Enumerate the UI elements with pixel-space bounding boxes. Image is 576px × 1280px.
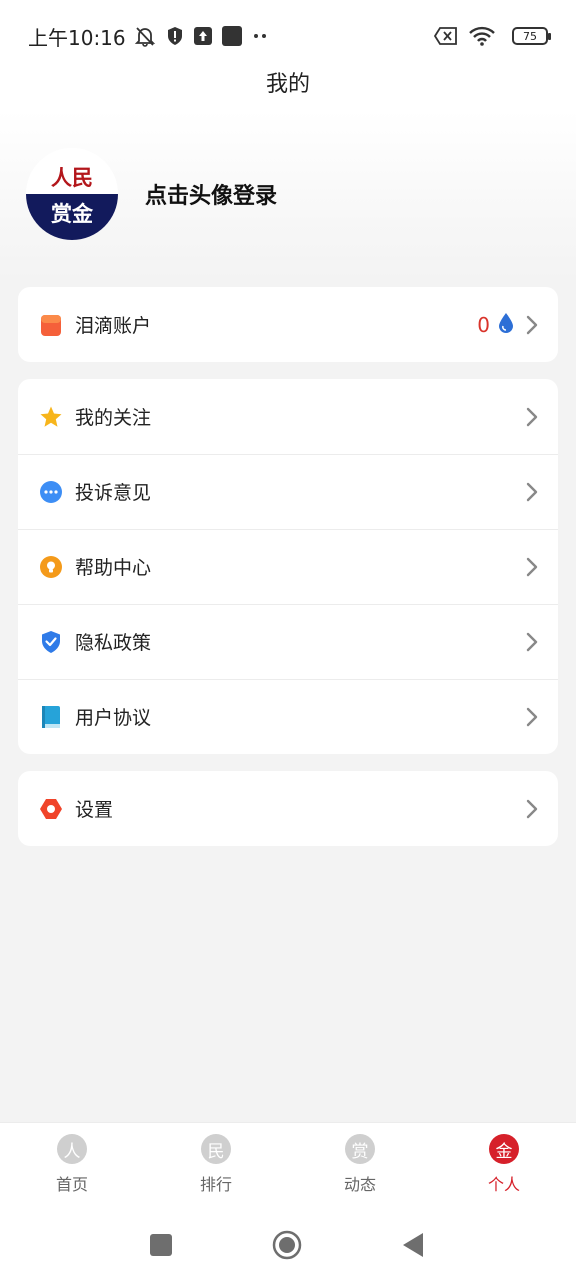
tab-label: 排行: [199, 1175, 232, 1194]
sim-error-icon: [434, 27, 458, 45]
menu-item-follow[interactable]: 我的关注: [18, 379, 558, 454]
wifi-icon: [468, 26, 496, 46]
wallet-icon: [38, 312, 64, 338]
tear-account-label: 泪滴账户: [75, 315, 152, 337]
battery-indicator: 75: [512, 27, 551, 45]
menu-item-label: 我的关注: [75, 407, 152, 429]
menu-card: 我的关注 投诉意见 帮助中心 隐私政策 用户协议: [18, 379, 558, 754]
menu-item-help[interactable]: 帮助中心: [18, 529, 558, 604]
ranking-tab-icon: 民: [201, 1134, 231, 1164]
status-bar: 上午10:16 75: [0, 0, 576, 72]
menu-item-agreement[interactable]: 用户协议: [18, 679, 558, 754]
tab-personal[interactable]: 金 个人: [432, 1123, 576, 1210]
menu-item-privacy[interactable]: 隐私政策: [18, 604, 558, 679]
status-time: 上午10:16: [28, 25, 126, 50]
square-app-icon: [221, 26, 242, 46]
home-button[interactable]: [272, 1230, 302, 1260]
chat-dots-icon: [38, 479, 64, 505]
settings-hexagon-icon: [38, 796, 64, 822]
menu-item-label: 隐私政策: [75, 632, 152, 654]
chevron-right-icon: [524, 406, 540, 428]
water-drop-icon: [498, 312, 514, 338]
tab-label: 动态: [343, 1175, 376, 1194]
settings-label: 设置: [75, 799, 114, 821]
system-navigation-bar: [0, 1210, 576, 1280]
back-button[interactable]: [398, 1230, 428, 1260]
tab-label: 个人: [487, 1175, 520, 1194]
activity-tab-icon: 赏: [345, 1134, 375, 1164]
chevron-right-icon: [524, 631, 540, 653]
tab-ranking[interactable]: 民 排行: [144, 1123, 288, 1210]
account-card: 泪滴账户 0: [18, 287, 558, 362]
chevron-right-icon: [524, 706, 540, 728]
page-title: 我的: [265, 72, 310, 97]
tab-home[interactable]: 人 首页: [0, 1123, 144, 1210]
chevron-right-icon: [524, 481, 540, 503]
chevron-right-icon: [524, 314, 540, 336]
tear-count: 0: [477, 312, 490, 337]
recent-apps-button[interactable]: [146, 1230, 176, 1260]
settings-card: 设置: [18, 771, 558, 846]
avatar-logo-bottom: 赏金: [26, 194, 118, 240]
bell-off-icon: [134, 25, 156, 47]
lightbulb-icon: [38, 554, 64, 580]
avatar-logo-top: 人民: [26, 148, 118, 194]
menu-item-label: 投诉意见: [75, 482, 152, 504]
avatar[interactable]: 人民 赏金: [26, 148, 118, 240]
chevron-right-icon: [524, 556, 540, 578]
tab-label: 首页: [55, 1175, 88, 1194]
personal-tab-icon: 金: [489, 1134, 519, 1164]
menu-item-complaint[interactable]: 投诉意见: [18, 454, 558, 529]
menu-item-settings[interactable]: 设置: [18, 771, 558, 846]
bottom-tab-bar: 人 首页 民 排行 赏 动态 金 个人: [0, 1122, 576, 1210]
chevron-right-icon: [524, 798, 540, 820]
menu-item-label: 用户协议: [75, 707, 152, 729]
shield-alert-icon: [166, 26, 184, 46]
login-prompt[interactable]: 点击头像登录: [145, 178, 277, 210]
tear-account-row[interactable]: 泪滴账户 0: [18, 287, 558, 362]
menu-item-label: 帮助中心: [75, 557, 152, 579]
home-tab-icon: 人: [57, 1134, 87, 1164]
upload-icon: [193, 27, 212, 45]
star-icon: [38, 404, 64, 430]
book-icon: [38, 704, 64, 730]
more-dots-icon: [252, 33, 268, 39]
shield-check-icon: [38, 629, 64, 655]
tab-activity[interactable]: 赏 动态: [288, 1123, 432, 1210]
